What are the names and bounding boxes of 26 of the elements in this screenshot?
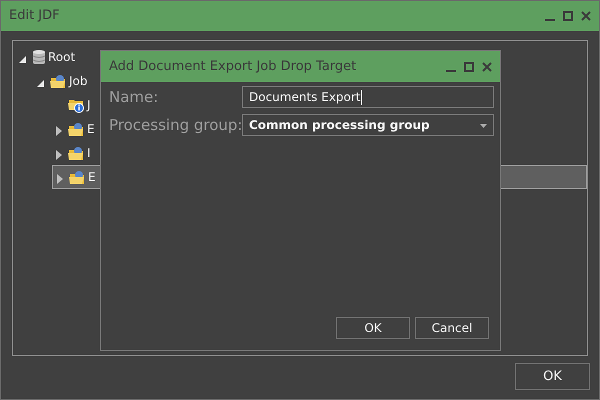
folder-icon xyxy=(68,122,85,136)
database-icon xyxy=(32,48,46,66)
processing-group-dropdown[interactable]: Common processing group xyxy=(242,114,494,136)
name-field[interactable]: Documents Export xyxy=(242,86,494,108)
tree-item-label[interactable]: Job xyxy=(69,72,88,90)
maximize-icon[interactable] xyxy=(563,11,573,21)
folder-info-icon xyxy=(68,97,85,113)
folder-icon xyxy=(68,146,85,160)
tree-item-label[interactable]: E xyxy=(88,168,96,186)
close-icon[interactable] xyxy=(482,62,492,72)
dropdown-arrow-icon xyxy=(480,124,487,128)
dialog-title: Add Document Export Job Drop Target xyxy=(109,58,356,76)
tree-item-label[interactable]: Root xyxy=(48,48,76,66)
tree-item-label[interactable]: E xyxy=(87,120,95,138)
field-label: Name: xyxy=(109,86,160,108)
close-icon[interactable] xyxy=(581,11,591,21)
tree-item-label[interactable]: J xyxy=(87,96,91,114)
ok-button[interactable]: OK xyxy=(515,363,590,390)
folder-icon xyxy=(69,170,86,184)
field-label: Processing group: xyxy=(109,114,242,136)
window-title: Edit JDF xyxy=(9,7,60,26)
maximize-icon[interactable] xyxy=(464,62,474,72)
folder-icon xyxy=(50,74,67,88)
tree-item-label[interactable]: I xyxy=(87,144,91,162)
dialog-button[interactable]: OK xyxy=(336,317,410,339)
dialog-button[interactable]: Cancel xyxy=(415,317,489,339)
